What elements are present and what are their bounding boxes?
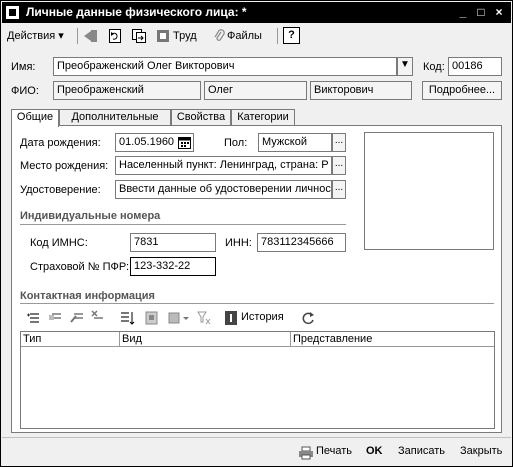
window-title: Личные данные физического лица: * <box>26 5 247 19</box>
footer-bar: Печать OK Записать Закрыть <box>2 437 511 465</box>
first-name-field[interactable]: Олег <box>204 81 307 100</box>
fio-label: ФИО: <box>11 85 39 97</box>
labor-button[interactable]: Труд <box>173 27 197 45</box>
birth-date-label: Дата рождения: <box>20 137 101 149</box>
tab-general[interactable]: Общие <box>11 109 59 127</box>
sort-icon[interactable] <box>120 310 136 326</box>
last-name-field[interactable]: Преображенский <box>53 81 201 100</box>
sex-select-button[interactable]: ... <box>332 133 346 152</box>
sex-label: Пол: <box>224 137 248 149</box>
contact-info-table[interactable]: Тип Вид Представление <box>20 331 495 429</box>
birthplace-field[interactable]: Населенный пункт: Ленинград, страна: Р <box>115 156 332 175</box>
refresh-icon[interactable] <box>300 310 316 326</box>
calendar-icon[interactable] <box>178 136 191 149</box>
close-button[interactable]: Закрыть <box>460 445 502 457</box>
imns-label: Код ИМНС: <box>30 237 88 249</box>
main-window: Личные данные физического лица: * _ □ × … <box>0 0 513 467</box>
name-dropdown-button[interactable]: ▼ <box>397 57 413 76</box>
copy-document-icon[interactable] <box>131 28 147 44</box>
middle-name-field[interactable]: Викторович <box>310 81 412 100</box>
close-window-button[interactable]: × <box>491 5 507 20</box>
name-field[interactable]: Преображенский Олег Викторович <box>53 57 397 76</box>
back-arrow-icon[interactable] <box>83 28 99 44</box>
chevron-down-icon: ▼ <box>400 59 410 70</box>
column-header-type[interactable]: Тип <box>21 332 120 347</box>
history-button[interactable]: История <box>241 311 284 323</box>
general-tab-panel: Дата рождения: 01.05.1960 Пол: Мужской .… <box>11 125 502 433</box>
contact-info-title: Контактная информация <box>20 290 155 302</box>
ok-button[interactable]: OK <box>366 445 383 457</box>
copy-row-icon[interactable] <box>48 310 62 324</box>
birth-date-value: 01.05.1960 <box>119 136 175 148</box>
pfr-field[interactable]: 123-332-22 <box>130 257 216 276</box>
name-label: Имя: <box>11 61 36 73</box>
inn-label: ИНН: <box>225 237 252 249</box>
section-divider <box>20 303 494 304</box>
tab-properties[interactable]: Свойства <box>171 109 231 126</box>
inn-field[interactable]: 783112345666 <box>257 233 346 252</box>
clear-filter-icon[interactable] <box>196 310 212 326</box>
history-icon <box>225 311 237 325</box>
labor-icon <box>157 30 169 42</box>
actions-label: Действия <box>7 30 56 42</box>
id-document-label: Удостоверение: <box>20 184 101 196</box>
photo-box[interactable] <box>364 132 494 250</box>
toolbar-separator <box>77 28 78 44</box>
tab-categories[interactable]: Категории <box>231 109 295 126</box>
table-header: Тип Вид Представление <box>21 332 494 347</box>
title-bar: Личные данные физического лица: * _ □ × <box>2 2 511 23</box>
filter-dropdown-icon[interactable] <box>168 310 192 326</box>
files-button[interactable]: Файлы <box>227 27 262 45</box>
minimize-button[interactable]: _ <box>455 5 471 20</box>
dropdown-arrow-icon: ▾ <box>58 30 64 42</box>
set-default-icon[interactable] <box>144 310 160 326</box>
id-document-field[interactable]: Ввести данные об удостоверении личност <box>115 180 332 199</box>
more-details-button[interactable]: Подробнее... <box>422 81 502 100</box>
actions-menu[interactable]: Действия ▾ <box>7 27 64 45</box>
id-document-select-button[interactable]: ... <box>332 180 346 199</box>
code-label: Код: <box>423 61 445 73</box>
birthplace-select-button[interactable]: ... <box>332 156 346 175</box>
window-icon <box>6 6 19 19</box>
imns-field[interactable]: 7831 <box>130 233 216 252</box>
toolbar-separator <box>277 28 278 44</box>
section-divider <box>20 224 346 225</box>
code-field[interactable]: 00186 <box>448 57 502 76</box>
tab-additional[interactable]: Дополнительные <box>59 109 171 126</box>
toolbar: Действия ▾ Труд Файлы ? <box>3 25 510 47</box>
add-row-icon[interactable] <box>26 310 40 324</box>
column-header-kind[interactable]: Вид <box>120 332 291 347</box>
printer-icon <box>299 446 313 460</box>
maximize-button[interactable]: □ <box>473 5 489 20</box>
column-header-representation[interactable]: Представление <box>291 332 494 347</box>
individual-numbers-title: Индивидуальные номера <box>20 210 161 222</box>
birthplace-label: Место рождения: <box>20 160 109 172</box>
pfr-label: Страховой № ПФР: <box>30 261 130 273</box>
paperclip-icon <box>214 29 225 41</box>
help-button[interactable]: ? <box>283 27 300 44</box>
edit-row-icon[interactable] <box>70 310 84 324</box>
print-button[interactable]: Печать <box>316 445 352 457</box>
refresh-document-icon[interactable] <box>107 28 123 44</box>
save-button[interactable]: Записать <box>398 445 445 457</box>
sex-field[interactable]: Мужской <box>258 133 332 152</box>
delete-row-icon[interactable] <box>90 310 104 324</box>
